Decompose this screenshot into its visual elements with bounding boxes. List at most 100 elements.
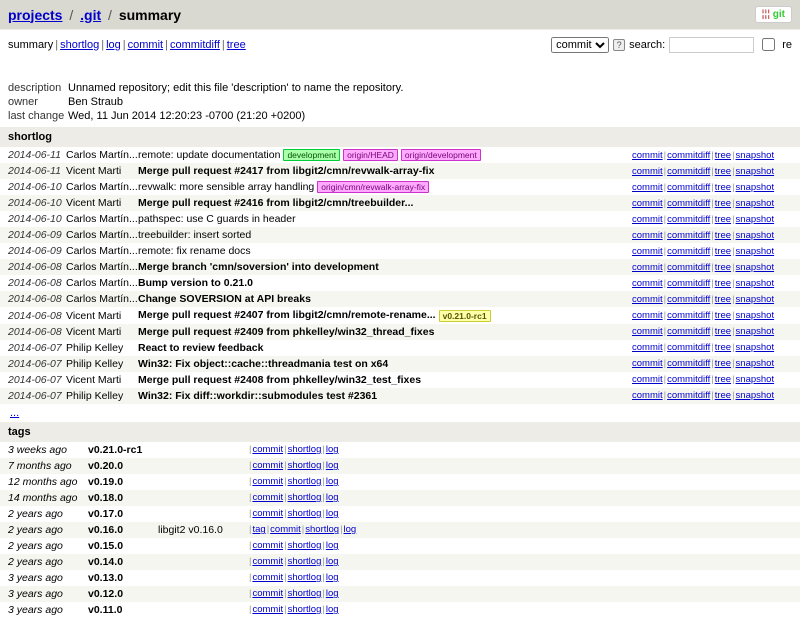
link-commit[interactable]: commit	[632, 278, 663, 289]
link-shortlog[interactable]: shortlog	[288, 444, 322, 455]
commit-message[interactable]: Win32: Fix diff::workdir::submodules tes…	[138, 390, 632, 402]
tag-name[interactable]: v0.17.0	[88, 508, 158, 520]
ref-badge[interactable]: origin/HEAD	[343, 149, 398, 161]
link-commit[interactable]: commit	[632, 214, 663, 225]
link-commitdiff[interactable]: commitdiff	[667, 198, 710, 209]
link-log[interactable]: log	[326, 540, 339, 551]
nav-commitdiff[interactable]: commitdiff	[170, 39, 220, 51]
link-snapshot[interactable]: snapshot	[736, 310, 775, 321]
link-tree[interactable]: tree	[715, 358, 731, 369]
link-snapshot[interactable]: snapshot	[736, 342, 775, 353]
link-commit[interactable]: commit	[632, 358, 663, 369]
link-tree[interactable]: tree	[715, 198, 731, 209]
link-log[interactable]: log	[326, 604, 339, 615]
breadcrumb-projects[interactable]: projects	[8, 7, 62, 23]
link-snapshot[interactable]: snapshot	[736, 278, 775, 289]
link-tree[interactable]: tree	[715, 214, 731, 225]
link-commitdiff[interactable]: commitdiff	[667, 278, 710, 289]
link-shortlog[interactable]: shortlog	[288, 540, 322, 551]
link-log[interactable]: log	[344, 524, 357, 535]
link-commitdiff[interactable]: commitdiff	[667, 294, 710, 305]
link-commit[interactable]: commit	[632, 150, 663, 161]
link-tree[interactable]: tree	[715, 246, 731, 257]
link-shortlog[interactable]: shortlog	[288, 604, 322, 615]
commit-message[interactable]: Win32: Fix object::cache::threadmania te…	[138, 358, 632, 370]
tag-name[interactable]: v0.14.0	[88, 556, 158, 568]
commit-message[interactable]: React to review feedback	[138, 342, 632, 354]
link-commit[interactable]: commit	[252, 508, 283, 519]
link-tree[interactable]: tree	[715, 294, 731, 305]
tag-name[interactable]: v0.20.0	[88, 460, 158, 472]
link-shortlog[interactable]: shortlog	[288, 476, 322, 487]
link-tree[interactable]: tree	[715, 326, 731, 337]
link-commit[interactable]: commit	[632, 182, 663, 193]
regex-checkbox[interactable]	[762, 38, 775, 51]
link-commit[interactable]: commit	[252, 604, 283, 615]
link-log[interactable]: log	[326, 460, 339, 471]
link-commit[interactable]: commit	[252, 588, 283, 599]
nav-tree[interactable]: tree	[227, 39, 246, 51]
link-log[interactable]: log	[326, 508, 339, 519]
commit-message[interactable]: Merge pull request #2408 from phkelley/w…	[138, 374, 632, 386]
link-commit[interactable]: commit	[632, 246, 663, 257]
link-snapshot[interactable]: snapshot	[736, 358, 775, 369]
commit-message[interactable]: pathspec: use C guards in header	[138, 213, 632, 225]
ref-badge[interactable]: origin/cmn/revwalk-array-fix	[317, 181, 429, 193]
link-tree[interactable]: tree	[715, 150, 731, 161]
link-commit[interactable]: commit	[632, 374, 663, 385]
link-tree[interactable]: tree	[715, 278, 731, 289]
link-commit[interactable]: commit	[632, 166, 663, 177]
help-icon[interactable]: ?	[613, 39, 625, 51]
link-commit[interactable]: commit	[252, 572, 283, 583]
commit-message[interactable]: Merge pull request #2409 from phkelley/w…	[138, 326, 632, 338]
tag-name[interactable]: v0.21.0-rc1	[88, 444, 158, 456]
link-commitdiff[interactable]: commitdiff	[667, 310, 710, 321]
commit-message[interactable]: revwalk: more sensible array handlingori…	[138, 181, 632, 193]
link-commitdiff[interactable]: commitdiff	[667, 390, 710, 401]
link-shortlog[interactable]: shortlog	[288, 588, 322, 599]
link-commit[interactable]: commit	[252, 492, 283, 503]
tag-name[interactable]: v0.13.0	[88, 572, 158, 584]
link-tree[interactable]: tree	[715, 230, 731, 241]
link-commitdiff[interactable]: commitdiff	[667, 246, 710, 257]
link-log[interactable]: log	[326, 492, 339, 503]
link-snapshot[interactable]: snapshot	[736, 182, 775, 193]
tag-name[interactable]: v0.15.0	[88, 540, 158, 552]
link-snapshot[interactable]: snapshot	[736, 214, 775, 225]
git-logo[interactable]: ¦¦¦ git	[755, 6, 792, 23]
search-type-select[interactable]: commit	[551, 37, 609, 53]
tag-name[interactable]: v0.16.0	[88, 524, 158, 536]
link-snapshot[interactable]: snapshot	[736, 374, 775, 385]
link-tag[interactable]: tag	[252, 524, 265, 535]
link-snapshot[interactable]: snapshot	[736, 326, 775, 337]
link-shortlog[interactable]: shortlog	[305, 524, 339, 535]
link-snapshot[interactable]: snapshot	[736, 262, 775, 273]
link-commitdiff[interactable]: commitdiff	[667, 230, 710, 241]
link-snapshot[interactable]: snapshot	[736, 246, 775, 257]
commit-message[interactable]: Merge pull request #2407 from libgit2/cm…	[138, 309, 632, 321]
shortlog-more[interactable]: ...	[0, 404, 800, 422]
commit-message[interactable]: Merge branch 'cmn/soversion' into develo…	[138, 261, 632, 273]
link-tree[interactable]: tree	[715, 390, 731, 401]
link-log[interactable]: log	[326, 572, 339, 583]
link-commit[interactable]: commit	[632, 326, 663, 337]
tag-name[interactable]: v0.12.0	[88, 588, 158, 600]
link-shortlog[interactable]: shortlog	[288, 492, 322, 503]
link-snapshot[interactable]: snapshot	[736, 390, 775, 401]
link-shortlog[interactable]: shortlog	[288, 460, 322, 471]
nav-commit[interactable]: commit	[128, 39, 163, 51]
link-commitdiff[interactable]: commitdiff	[667, 214, 710, 225]
link-commitdiff[interactable]: commitdiff	[667, 150, 710, 161]
link-log[interactable]: log	[326, 476, 339, 487]
link-commit[interactable]: commit	[270, 524, 301, 535]
link-commitdiff[interactable]: commitdiff	[667, 326, 710, 337]
tag-name[interactable]: v0.11.0	[88, 604, 158, 616]
link-commitdiff[interactable]: commitdiff	[667, 166, 710, 177]
commit-message[interactable]: Change SOVERSION at API breaks	[138, 293, 632, 305]
link-commitdiff[interactable]: commitdiff	[667, 358, 710, 369]
link-tree[interactable]: tree	[715, 182, 731, 193]
nav-log[interactable]: log	[106, 39, 121, 51]
tag-name[interactable]: v0.18.0	[88, 492, 158, 504]
link-commit[interactable]: commit	[632, 198, 663, 209]
ref-badge[interactable]: development	[283, 149, 340, 161]
